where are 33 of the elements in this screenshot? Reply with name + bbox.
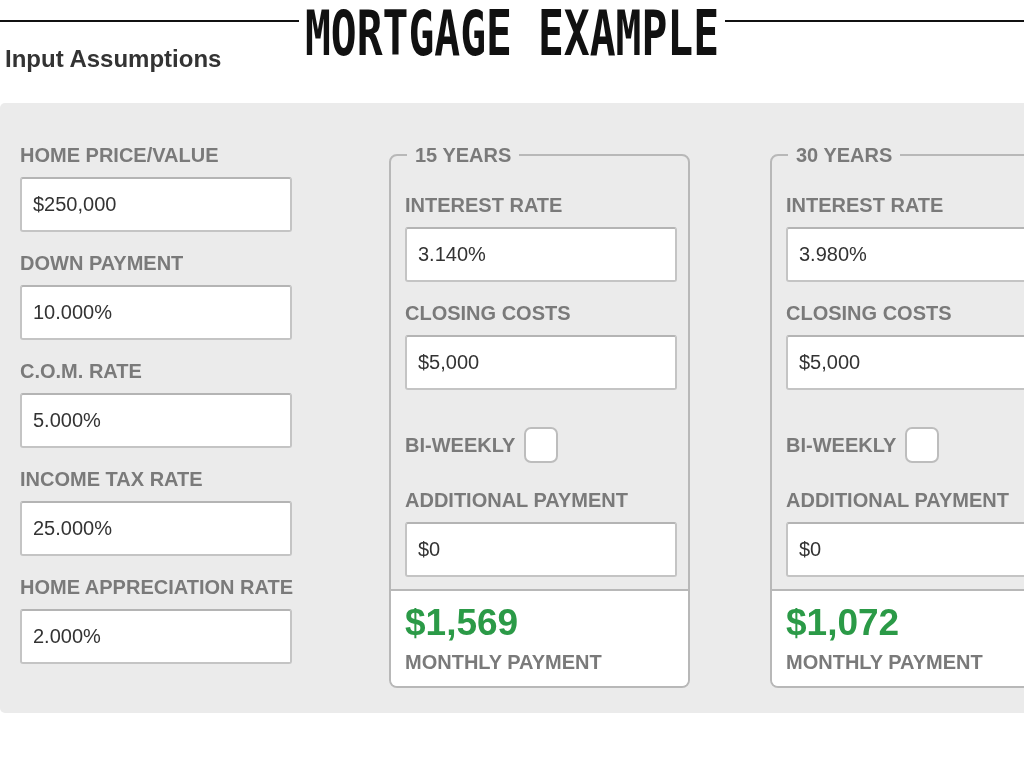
field-label: CLOSING COSTS bbox=[786, 302, 953, 324]
checkbox-label: BI-WEEKLY bbox=[405, 434, 516, 456]
field-label: ADDITIONAL PAYMENT bbox=[786, 489, 1010, 511]
input-field[interactable]: 3.980% bbox=[786, 227, 1024, 282]
field-label: INTEREST RATE bbox=[405, 194, 564, 216]
input-field[interactable]: $0 bbox=[786, 522, 1024, 577]
input-field[interactable]: 2.000% bbox=[20, 609, 292, 664]
input-field[interactable]: 25.000% bbox=[20, 501, 292, 556]
payment-amount: $1,072 bbox=[786, 603, 901, 643]
field-label: C.O.M. RATE bbox=[20, 360, 143, 382]
field-label: HOME APPRECIATION RATE bbox=[20, 576, 292, 598]
section-heading: Input Assumptions bbox=[5, 45, 222, 73]
input-field[interactable]: $0 bbox=[405, 522, 677, 577]
input-field[interactable]: 5.000% bbox=[20, 393, 292, 448]
field-label: HOME PRICE/VALUE bbox=[20, 144, 220, 166]
field-label: INTEREST RATE bbox=[786, 194, 945, 216]
input-field[interactable]: $5,000 bbox=[786, 335, 1024, 390]
group-legend: 30 YEARS bbox=[788, 144, 901, 166]
field-label: CLOSING COSTS bbox=[405, 302, 572, 324]
checkbox[interactable] bbox=[905, 427, 940, 463]
payment-label: MONTHLY PAYMENT bbox=[405, 651, 603, 673]
input-field[interactable]: $5,000 bbox=[405, 335, 677, 390]
field-label: DOWN PAYMENT bbox=[20, 252, 185, 274]
group-legend: 15 YEARS bbox=[407, 144, 520, 166]
input-field[interactable]: $250,000 bbox=[20, 177, 292, 232]
payment-label: MONTHLY PAYMENT bbox=[786, 651, 984, 673]
checkbox-label: BI-WEEKLY bbox=[786, 434, 897, 456]
input-field[interactable]: 10.000% bbox=[20, 285, 292, 340]
payment-amount: $1,569 bbox=[405, 603, 520, 643]
input-field[interactable]: 3.140% bbox=[405, 227, 677, 282]
checkbox[interactable] bbox=[524, 427, 559, 463]
field-label: INCOME TAX RATE bbox=[20, 468, 204, 490]
field-label: ADDITIONAL PAYMENT bbox=[405, 489, 629, 511]
